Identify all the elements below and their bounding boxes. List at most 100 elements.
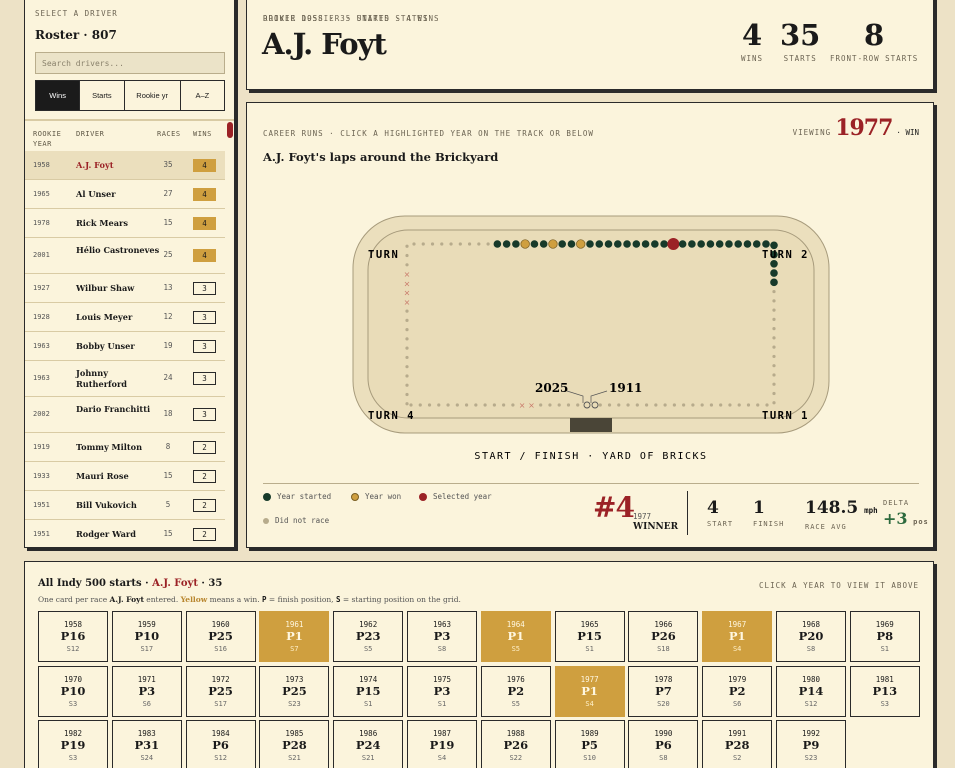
- row-driver-name: Mauri Rose: [76, 470, 129, 481]
- year-dot-started[interactable]: [770, 269, 778, 277]
- roster-row[interactable]: 1958 A.J. Foyt 35 4: [25, 151, 225, 180]
- year-dot-selected[interactable]: [667, 238, 680, 250]
- year-dot-started[interactable]: [632, 240, 641, 248]
- year-dot-started[interactable]: [688, 240, 696, 248]
- roster-row[interactable]: 1963 Bobby Unser 19 3: [25, 332, 225, 361]
- col-driver[interactable]: DRIVER: [76, 129, 104, 139]
- year-dot-started[interactable]: [697, 240, 705, 248]
- year-dot-started[interactable]: [734, 240, 743, 248]
- roster-row[interactable]: 1965 Al Unser 27 4: [25, 180, 225, 209]
- race-card[interactable]: 1959 P10 S17: [111, 611, 182, 662]
- year-dot-started[interactable]: [762, 240, 770, 248]
- year-dot-started[interactable]: [502, 240, 511, 248]
- race-card[interactable]: 1985 P28 S21: [259, 720, 330, 768]
- year-dot-started[interactable]: [604, 240, 613, 248]
- roster-row[interactable]: 1951 Rodger Ward 15 2: [25, 520, 225, 547]
- race-card[interactable]: 1987 P19 S4: [407, 720, 477, 768]
- sort-a-z-button[interactable]: A–Z: [180, 81, 224, 110]
- race-card[interactable]: 1992 P9 S23: [776, 720, 846, 768]
- year-dot-started[interactable]: [678, 240, 687, 248]
- year-dot-started[interactable]: [613, 240, 622, 248]
- year-dot-started[interactable]: [715, 240, 724, 248]
- race-card[interactable]: 1984 P6 S12: [185, 720, 256, 768]
- year-dot-started[interactable]: [752, 240, 761, 248]
- race-card[interactable]: 1964 P1 S5: [480, 611, 551, 662]
- year-dot-started[interactable]: [558, 240, 567, 248]
- col-races[interactable]: RACES: [157, 129, 181, 139]
- year-dot-started[interactable]: [651, 240, 659, 248]
- card-finish: P3: [138, 683, 156, 698]
- roster-scroll-track[interactable]: [225, 121, 234, 547]
- year-dot-started[interactable]: [595, 240, 604, 248]
- year-dot-dnr: [772, 308, 776, 312]
- race-card[interactable]: 1981 P13 S3: [849, 665, 920, 717]
- roster-row[interactable]: 1927 Wilbur Shaw 13 3: [25, 274, 225, 303]
- year-dot-started[interactable]: [641, 240, 650, 248]
- race-card[interactable]: 1970 P10 S3: [38, 665, 108, 717]
- roster-row[interactable]: 1951 Bill Vukovich 5 2: [25, 491, 225, 520]
- roster-row[interactable]: 1933 Mauri Rose 15 2: [25, 462, 225, 491]
- roster-scrollbar-thumb[interactable]: [227, 122, 233, 138]
- race-card[interactable]: 1989 P5 S10: [554, 720, 625, 768]
- race-card[interactable]: 1963 P3 S8: [407, 611, 477, 662]
- race-card[interactable]: 1958 P16 S12: [38, 611, 108, 662]
- race-card[interactable]: 1988 P26 S22: [480, 720, 551, 768]
- race-card[interactable]: 1962 P23 S5: [333, 611, 404, 662]
- year-dot-started[interactable]: [770, 241, 778, 250]
- race-card[interactable]: 1986 P24 S21: [333, 720, 404, 768]
- race-card[interactable]: 1965 P15 S1: [554, 611, 625, 662]
- year-dot-won[interactable]: [576, 239, 586, 249]
- race-card[interactable]: 1976 P2 S5: [480, 665, 551, 717]
- year-dot-started[interactable]: [530, 240, 539, 248]
- roster-row[interactable]: 2001 Hélio Castroneves 25 4: [25, 238, 225, 274]
- year-dot-started[interactable]: [623, 240, 631, 248]
- year-dot-started[interactable]: [660, 240, 668, 248]
- race-card[interactable]: 1982 P19 S3: [38, 720, 108, 768]
- race-card[interactable]: 1961 P1 S7: [259, 611, 330, 662]
- card-finish: P25: [208, 629, 233, 643]
- driver-search-input[interactable]: [35, 52, 225, 74]
- race-card[interactable]: 1960 P25 S16: [185, 611, 256, 662]
- col-rookie-year[interactable]: ROOKIE YEAR: [33, 129, 71, 149]
- year-dot-started[interactable]: [725, 240, 733, 248]
- race-card[interactable]: 1974 P15 S1: [333, 665, 404, 717]
- year-dot-started[interactable]: [743, 240, 752, 248]
- race-card[interactable]: 1969 P8 S1: [849, 611, 920, 662]
- race-card[interactable]: 1967 P1 S4: [702, 611, 773, 662]
- race-card[interactable]: 1977 P1 S4: [554, 665, 625, 717]
- year-dot-started[interactable]: [586, 240, 594, 248]
- year-dot-dnr: [772, 327, 776, 331]
- year-dot-started[interactable]: [770, 259, 778, 268]
- card-year: 1980: [801, 674, 821, 684]
- race-card[interactable]: 1975 P3 S1: [407, 665, 477, 717]
- year-dot-started[interactable]: [493, 240, 502, 248]
- year-dot-won[interactable]: [548, 239, 558, 249]
- race-card[interactable]: 1978 P7 S20: [628, 665, 699, 717]
- roster-row[interactable]: 1978 Rick Mears 15 4: [25, 209, 225, 238]
- race-card[interactable]: 1971 P3 S6: [111, 665, 182, 717]
- race-card[interactable]: 1968 P20 S8: [776, 611, 846, 662]
- year-dot-started[interactable]: [539, 240, 548, 248]
- roster-row[interactable]: 1928 Louis Meyer 12 3: [25, 303, 225, 332]
- sort-rookie-yr-button[interactable]: Rookie yr: [124, 81, 181, 110]
- year-dot-started[interactable]: [770, 278, 778, 287]
- roster-row[interactable]: 1919 Tommy Milton 8 2: [25, 433, 225, 462]
- roster-row[interactable]: 2002 Dario Franchitti 18 3: [25, 397, 225, 433]
- row-races: 15: [163, 528, 173, 538]
- col-wins[interactable]: WINS: [193, 129, 212, 139]
- race-card[interactable]: 1991 P28 S2: [702, 720, 773, 768]
- year-dot-won[interactable]: [520, 239, 530, 249]
- race-card[interactable]: 1983 P31 S24: [111, 720, 182, 768]
- race-card[interactable]: 1973 P25 S23: [259, 665, 330, 717]
- race-card[interactable]: 1966 P26 S18: [628, 611, 699, 662]
- race-card[interactable]: 1972 P25 S17: [185, 665, 256, 717]
- year-dot-started[interactable]: [706, 240, 715, 248]
- year-dot-started[interactable]: [567, 240, 576, 248]
- roster-row[interactable]: 1963 Johnny Rutherford 24 3: [25, 361, 225, 397]
- sort-wins-button[interactable]: Wins: [36, 81, 81, 110]
- race-card[interactable]: 1980 P14 S12: [776, 665, 846, 717]
- race-card[interactable]: 1990 P6 S8: [628, 720, 699, 768]
- year-dot-started[interactable]: [512, 240, 520, 248]
- sort-starts-button[interactable]: Starts: [80, 81, 125, 110]
- race-card[interactable]: 1979 P2 S6: [702, 665, 773, 717]
